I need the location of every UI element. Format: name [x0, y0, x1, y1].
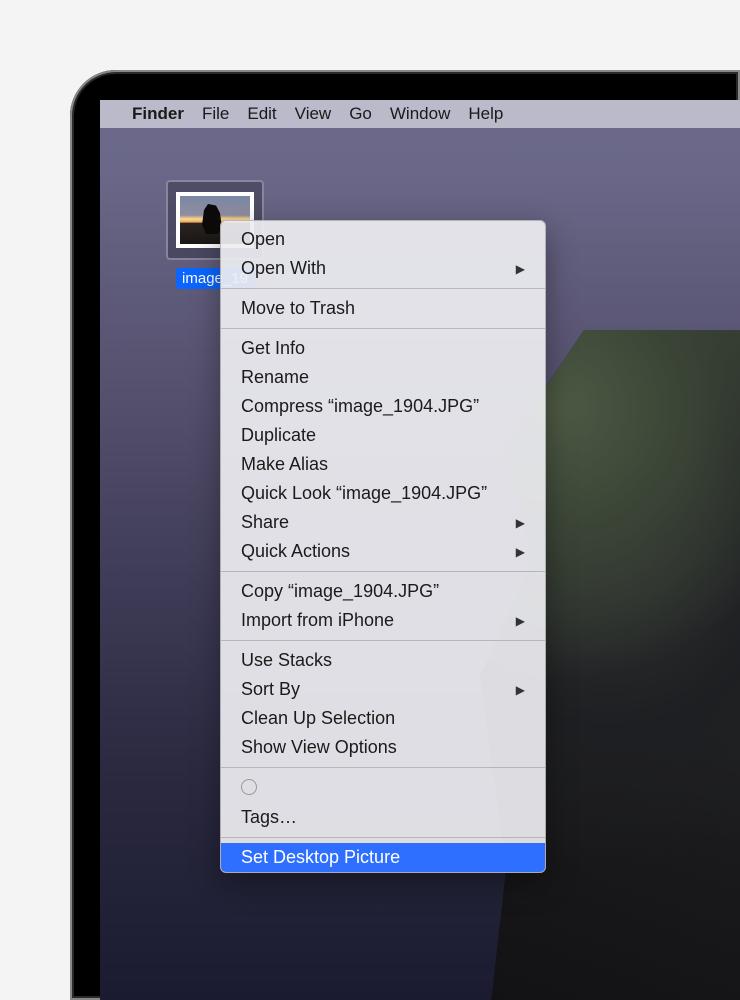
submenu-arrow-icon: ▶	[516, 516, 525, 530]
menu-item-duplicate[interactable]: Duplicate	[221, 421, 545, 450]
tags-color-row	[221, 773, 545, 803]
menu-help[interactable]: Help	[468, 104, 503, 124]
submenu-arrow-icon: ▶	[516, 545, 525, 559]
menu-item-label: Import from iPhone	[241, 610, 394, 631]
menu-edit[interactable]: Edit	[247, 104, 276, 124]
laptop-bezel: Finder File Edit View Go Window Help ima…	[70, 70, 740, 1000]
menu-item-label: Get Info	[241, 338, 305, 359]
submenu-arrow-icon: ▶	[516, 683, 525, 697]
menu-item-show-view-options[interactable]: Show View Options	[221, 733, 545, 762]
menu-separator	[221, 571, 545, 572]
menu-item-open-with[interactable]: Open With ▶	[221, 254, 545, 283]
menu-item-import-from-iphone[interactable]: Import from iPhone ▶	[221, 606, 545, 635]
menu-file[interactable]: File	[202, 104, 229, 124]
submenu-arrow-icon: ▶	[516, 614, 525, 628]
menu-item-get-info[interactable]: Get Info	[221, 334, 545, 363]
menu-item-quick-look[interactable]: Quick Look “image_1904.JPG”	[221, 479, 545, 508]
menu-item-clean-up-selection[interactable]: Clean Up Selection	[221, 704, 545, 733]
menu-item-label: Quick Actions	[241, 541, 350, 562]
menu-item-share[interactable]: Share ▶	[221, 508, 545, 537]
menu-item-make-alias[interactable]: Make Alias	[221, 450, 545, 479]
menu-item-use-stacks[interactable]: Use Stacks	[221, 646, 545, 675]
menu-item-label: Clean Up Selection	[241, 708, 395, 729]
menu-item-set-desktop-picture[interactable]: Set Desktop Picture	[221, 843, 545, 872]
menu-item-label: Open With	[241, 258, 326, 279]
menu-item-label: Set Desktop Picture	[241, 847, 400, 868]
desktop-screen: Finder File Edit View Go Window Help ima…	[100, 100, 740, 1000]
menu-item-open[interactable]: Open	[221, 225, 545, 254]
menu-item-label: Share	[241, 512, 289, 533]
menu-item-move-to-trash[interactable]: Move to Trash	[221, 294, 545, 323]
menu-item-compress[interactable]: Compress “image_1904.JPG”	[221, 392, 545, 421]
menu-item-label: Duplicate	[241, 425, 316, 446]
menu-go[interactable]: Go	[349, 104, 372, 124]
menu-view[interactable]: View	[295, 104, 332, 124]
menu-item-sort-by[interactable]: Sort By ▶	[221, 675, 545, 704]
menu-item-label: Make Alias	[241, 454, 328, 475]
tag-color-none-icon[interactable]	[241, 779, 257, 795]
menu-item-label: Show View Options	[241, 737, 397, 758]
menu-item-label: Open	[241, 229, 285, 250]
app-name[interactable]: Finder	[132, 104, 184, 124]
menu-item-label: Rename	[241, 367, 309, 388]
menu-separator	[221, 767, 545, 768]
menu-item-quick-actions[interactable]: Quick Actions ▶	[221, 537, 545, 566]
menu-item-rename[interactable]: Rename	[221, 363, 545, 392]
context-menu: Open Open With ▶ Move to Trash Get Info …	[220, 220, 546, 873]
menu-separator	[221, 640, 545, 641]
menu-window[interactable]: Window	[390, 104, 450, 124]
menu-separator	[221, 288, 545, 289]
menu-item-copy[interactable]: Copy “image_1904.JPG”	[221, 577, 545, 606]
menu-item-label: Sort By	[241, 679, 300, 700]
menu-item-label: Quick Look “image_1904.JPG”	[241, 483, 487, 504]
menu-bar: Finder File Edit View Go Window Help	[100, 100, 740, 128]
submenu-arrow-icon: ▶	[516, 262, 525, 276]
menu-item-label: Compress “image_1904.JPG”	[241, 396, 479, 417]
menu-item-tags[interactable]: Tags…	[221, 803, 545, 832]
menu-item-label: Copy “image_1904.JPG”	[241, 581, 439, 602]
menu-item-label: Use Stacks	[241, 650, 332, 671]
menu-item-label: Tags…	[241, 807, 297, 828]
menu-separator	[221, 328, 545, 329]
menu-item-label: Move to Trash	[241, 298, 355, 319]
menu-separator	[221, 837, 545, 838]
